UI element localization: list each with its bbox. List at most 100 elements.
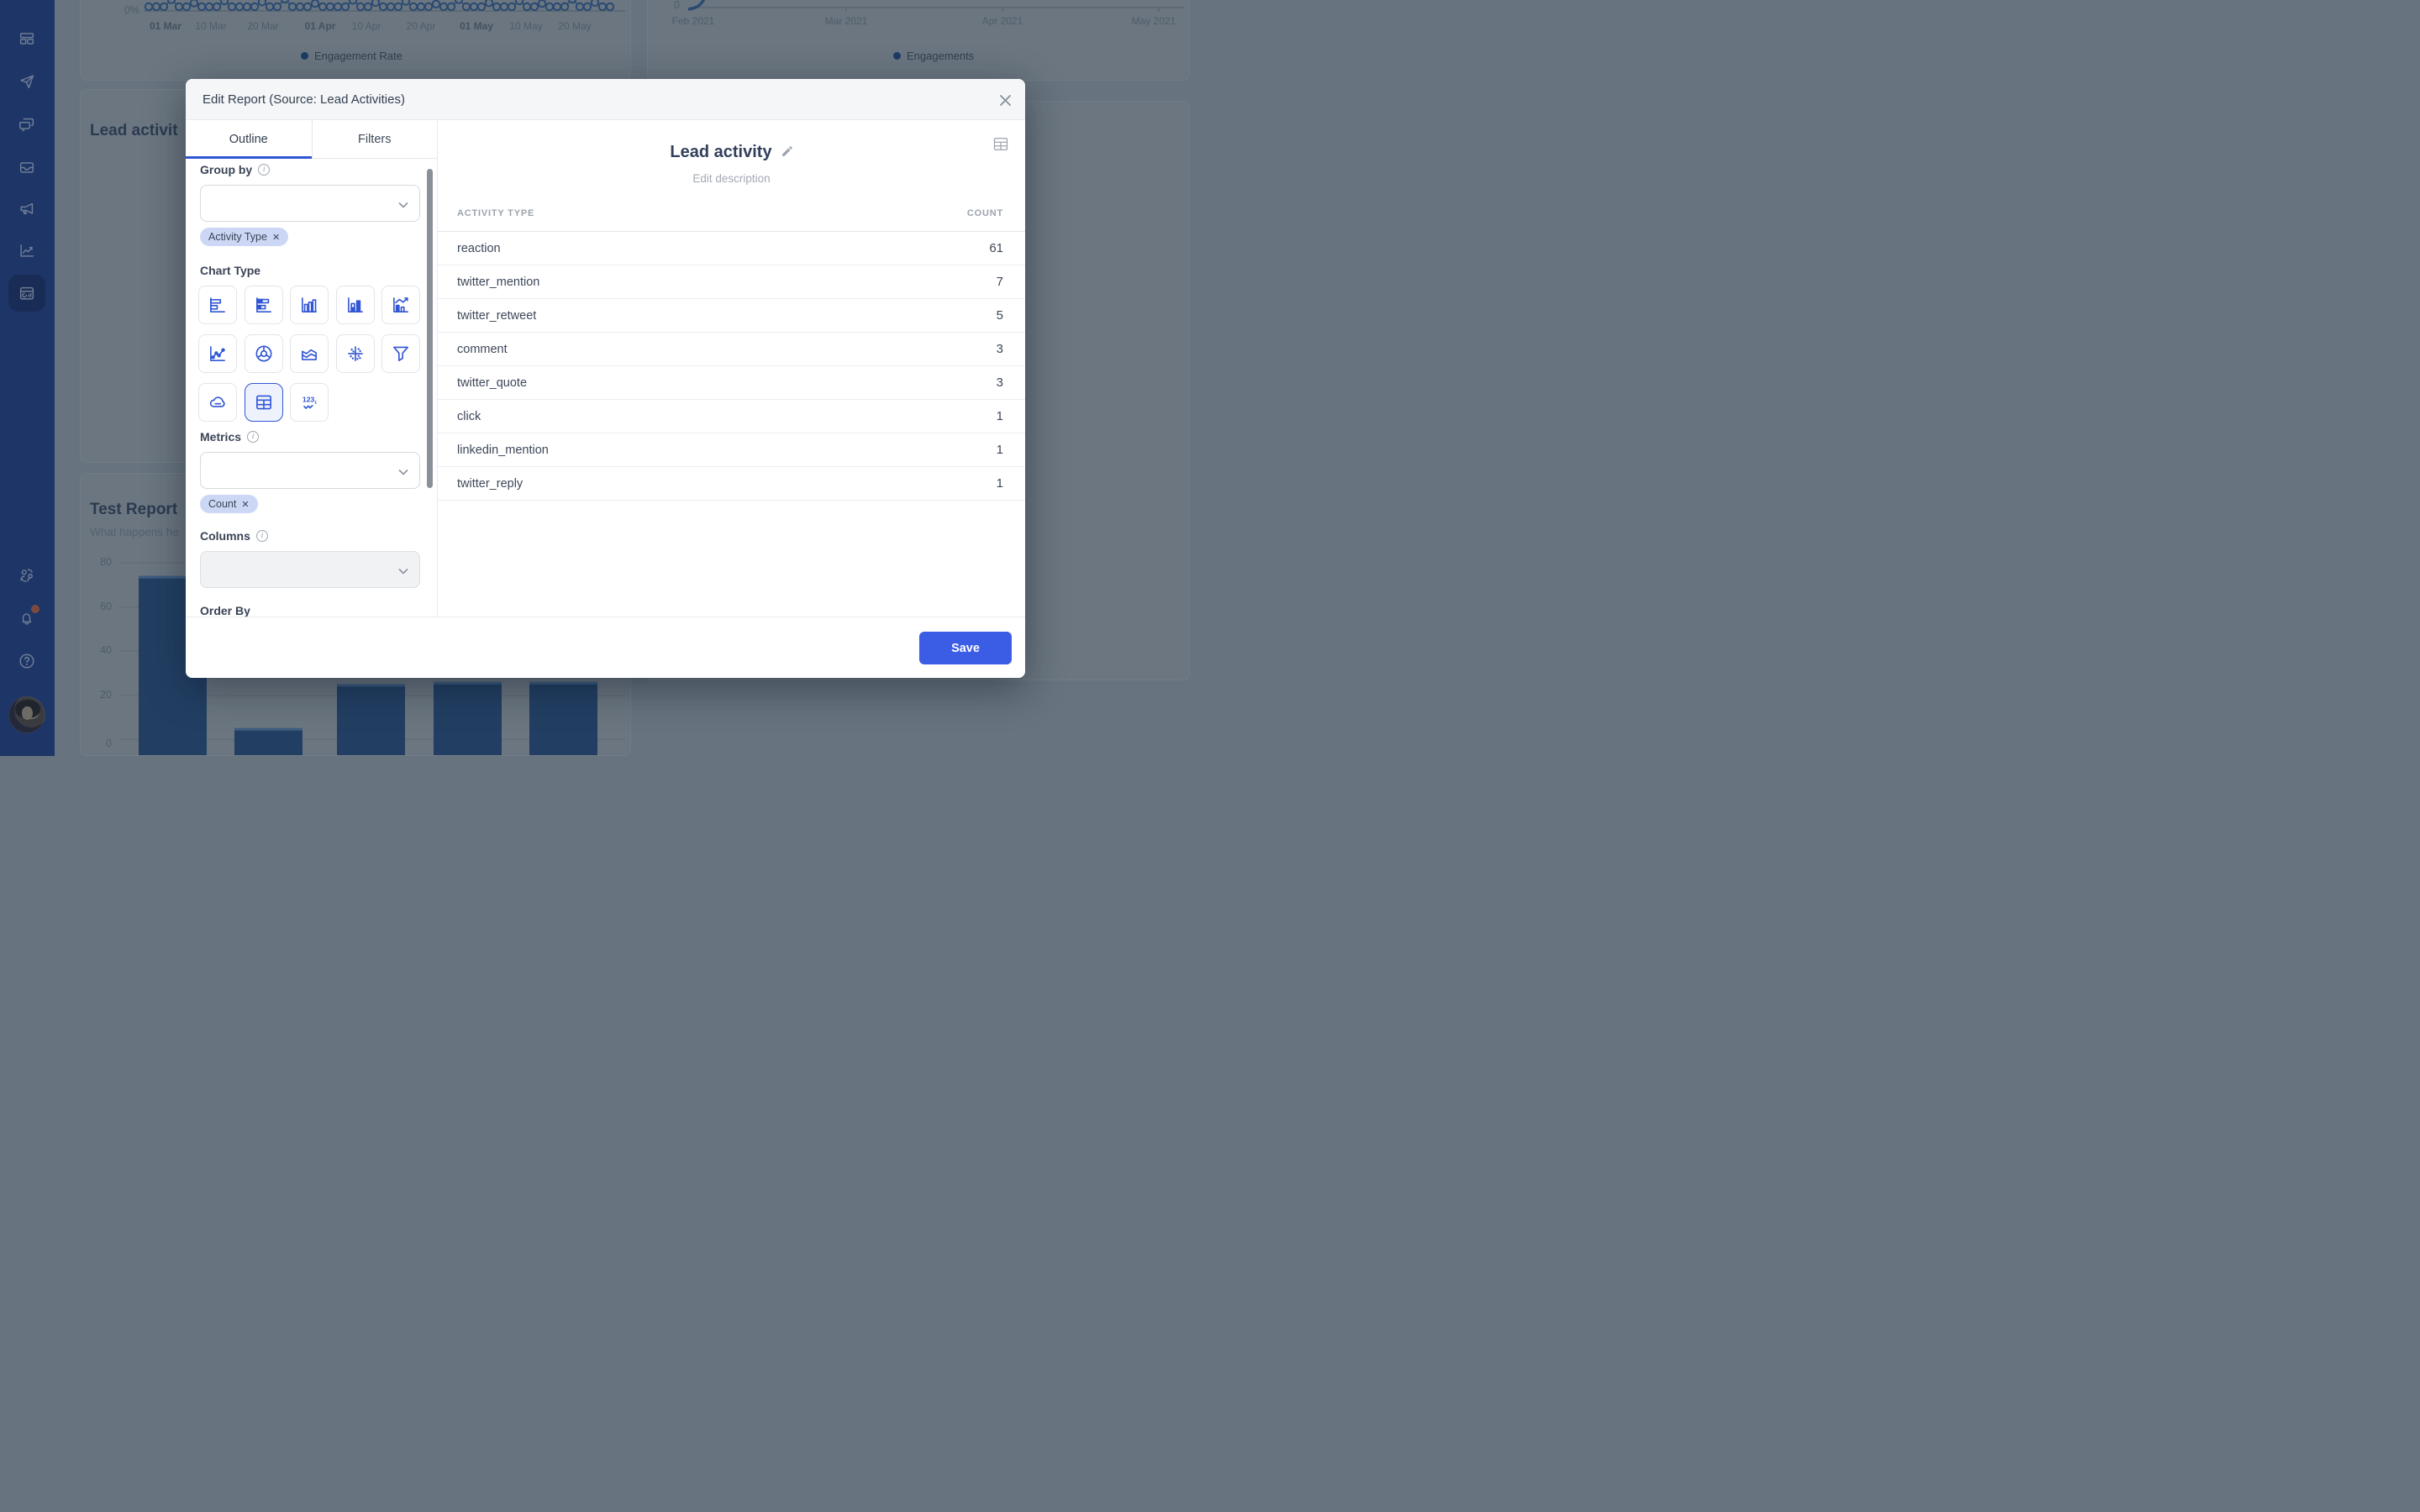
info-icon[interactable]: i bbox=[258, 164, 270, 176]
chart-type-donut[interactable] bbox=[245, 334, 283, 373]
sidebar-item-conversations-icon[interactable] bbox=[8, 106, 45, 143]
x-tick: 20 May bbox=[558, 20, 591, 32]
cell-activity-type: comment bbox=[457, 343, 508, 356]
sidebar-item-send-icon[interactable] bbox=[8, 63, 45, 100]
metrics-dropdown[interactable] bbox=[200, 452, 420, 489]
cell-activity-type: twitter_quote bbox=[457, 376, 527, 390]
tab-filters[interactable]: Filters bbox=[312, 120, 438, 159]
cell-activity-type: linkedin_mention bbox=[457, 444, 549, 457]
cell-activity-type: reaction bbox=[457, 242, 501, 255]
tab-outline[interactable]: Outline bbox=[186, 120, 312, 159]
table-row[interactable]: twitter_retweet5 bbox=[438, 299, 1025, 333]
engagements-y-tick: 0 bbox=[663, 0, 680, 11]
x-tick: 10 Mar bbox=[195, 20, 226, 32]
col-count: COUNT bbox=[967, 208, 1003, 218]
chart-type-column-line[interactable] bbox=[381, 286, 420, 324]
sidebar-item-contacts-icon[interactable] bbox=[8, 557, 45, 594]
engagement-rate-card: 0% 01 Mar10 Mar20 Mar01 Apr10 Apr20 Apr0… bbox=[80, 0, 631, 81]
chart-type-column[interactable] bbox=[290, 286, 329, 324]
save-button[interactable]: Save bbox=[919, 632, 1012, 664]
x-tick: 20 Apr bbox=[407, 20, 436, 32]
x-tick: Mar 2021 bbox=[825, 15, 868, 27]
cell-count: 3 bbox=[997, 375, 1003, 390]
cell-activity-type: twitter_mention bbox=[457, 276, 539, 289]
x-tick: Apr 2021 bbox=[982, 15, 1023, 27]
panel-scrollbar[interactable] bbox=[427, 169, 433, 488]
y-tick: 40 bbox=[87, 644, 112, 656]
table-row[interactable]: twitter_reply 1 bbox=[438, 467, 1025, 501]
x-tick: 10 May bbox=[509, 20, 542, 32]
sidebar-item-announcements-icon[interactable] bbox=[8, 190, 45, 227]
chart-type-word-cloud[interactable] bbox=[198, 383, 237, 422]
x-tick: Feb 2021 bbox=[672, 15, 715, 27]
report-description[interactable]: Edit description bbox=[438, 172, 1025, 185]
engagement-rate-chart bbox=[81, 0, 631, 81]
x-tick: 01 May bbox=[460, 20, 493, 32]
y-tick: 20 bbox=[87, 689, 112, 701]
report-title: Lead activity bbox=[438, 143, 1025, 163]
cell-count: 1 bbox=[997, 409, 1003, 423]
cell-activity-type: twitter_retweet bbox=[457, 309, 536, 323]
sidebar-item-notifications-icon[interactable] bbox=[8, 600, 45, 637]
order-by-label: Order By bbox=[200, 604, 250, 617]
table-row[interactable]: twitter_mention 7 bbox=[438, 265, 1025, 299]
columns-label: Columnsi bbox=[200, 529, 268, 543]
table-row[interactable]: comment 3 bbox=[438, 333, 1025, 366]
close-icon[interactable] bbox=[997, 92, 1013, 108]
sidebar-item-reports-icon[interactable] bbox=[8, 275, 45, 312]
count-chip[interactable]: Count✕ bbox=[200, 495, 258, 513]
chart-type-funnel[interactable] bbox=[381, 334, 420, 373]
cell-count: 3 bbox=[997, 342, 1003, 356]
cell-activity-type: twitter_reply bbox=[457, 477, 523, 491]
sidebar bbox=[0, 0, 55, 756]
x-tick: 01 Apr bbox=[305, 20, 336, 32]
engagements-legend: Engagements bbox=[893, 50, 974, 62]
chart-type-line[interactable] bbox=[198, 334, 237, 373]
cell-count: 7 bbox=[997, 275, 1003, 289]
sidebar-item-dashboard-icon[interactable] bbox=[8, 20, 45, 57]
engagements-chart bbox=[648, 0, 1190, 81]
col-activity-type: ACTIVITY TYPE bbox=[457, 208, 534, 218]
chart-type-label: Chart Type bbox=[200, 264, 260, 277]
edit-pencil-icon[interactable] bbox=[781, 144, 793, 162]
sidebar-item-analytics-icon[interactable] bbox=[8, 232, 45, 269]
chart-type-number[interactable]: 123. bbox=[290, 383, 329, 422]
table-row[interactable]: click 1 bbox=[438, 400, 1025, 433]
sidebar-item-help-icon[interactable] bbox=[8, 643, 45, 680]
chart-type-scatter[interactable] bbox=[336, 334, 375, 373]
cell-activity-type: click bbox=[457, 410, 481, 423]
activity-type-chip[interactable]: Activity Type✕ bbox=[200, 228, 288, 246]
table-row[interactable]: reaction61 bbox=[438, 232, 1025, 265]
chart-type-bar-horizontal[interactable] bbox=[198, 286, 237, 324]
legend-dot-icon bbox=[893, 52, 901, 60]
modal-tabs: Outline Filters bbox=[186, 120, 437, 159]
table-row[interactable]: linkedin_mention 1 bbox=[438, 433, 1025, 467]
legend-dot-icon bbox=[301, 52, 308, 60]
report-table: ACTIVITY TYPE COUNT reaction61twitter_me… bbox=[438, 195, 1025, 501]
edit-report-modal: Edit Report (Source: Lead Activities) Ou… bbox=[186, 79, 1025, 678]
y-tick: 60 bbox=[87, 601, 112, 612]
chart-type-table[interactable] bbox=[245, 383, 283, 422]
cell-count: 1 bbox=[997, 443, 1003, 457]
svg-text:123.: 123. bbox=[302, 395, 317, 403]
report-preview-panel: Lead activity Edit description ACTIVITY … bbox=[438, 120, 1025, 617]
report-title-text[interactable]: Lead activity bbox=[670, 143, 771, 161]
chart-type-area[interactable] bbox=[290, 334, 329, 373]
info-icon[interactable]: i bbox=[256, 530, 268, 542]
group-by-dropdown[interactable] bbox=[200, 185, 420, 222]
chart-type-bar-horizontal-stacked[interactable] bbox=[245, 286, 283, 324]
group-by-label: Group byi bbox=[200, 163, 270, 176]
x-tick: May 2021 bbox=[1132, 15, 1176, 27]
outline-panel: Outline Filters Group byi Activity Type✕… bbox=[186, 120, 438, 617]
chart-type-column-stacked[interactable] bbox=[336, 286, 375, 324]
legend-label: Engagement Rate bbox=[314, 50, 402, 62]
sidebar-item-inbox-icon[interactable] bbox=[8, 149, 45, 186]
cell-count: 1 bbox=[997, 476, 1003, 491]
columns-dropdown[interactable] bbox=[200, 551, 420, 588]
table-row[interactable]: twitter_quote 3 bbox=[438, 366, 1025, 400]
info-icon[interactable]: i bbox=[247, 431, 259, 443]
remove-chip-icon[interactable]: ✕ bbox=[241, 499, 249, 510]
outline-scroll-area: Group byi Activity Type✕ Chart Type 123.… bbox=[186, 159, 437, 617]
avatar[interactable] bbox=[8, 696, 45, 733]
remove-chip-icon[interactable]: ✕ bbox=[272, 232, 280, 243]
